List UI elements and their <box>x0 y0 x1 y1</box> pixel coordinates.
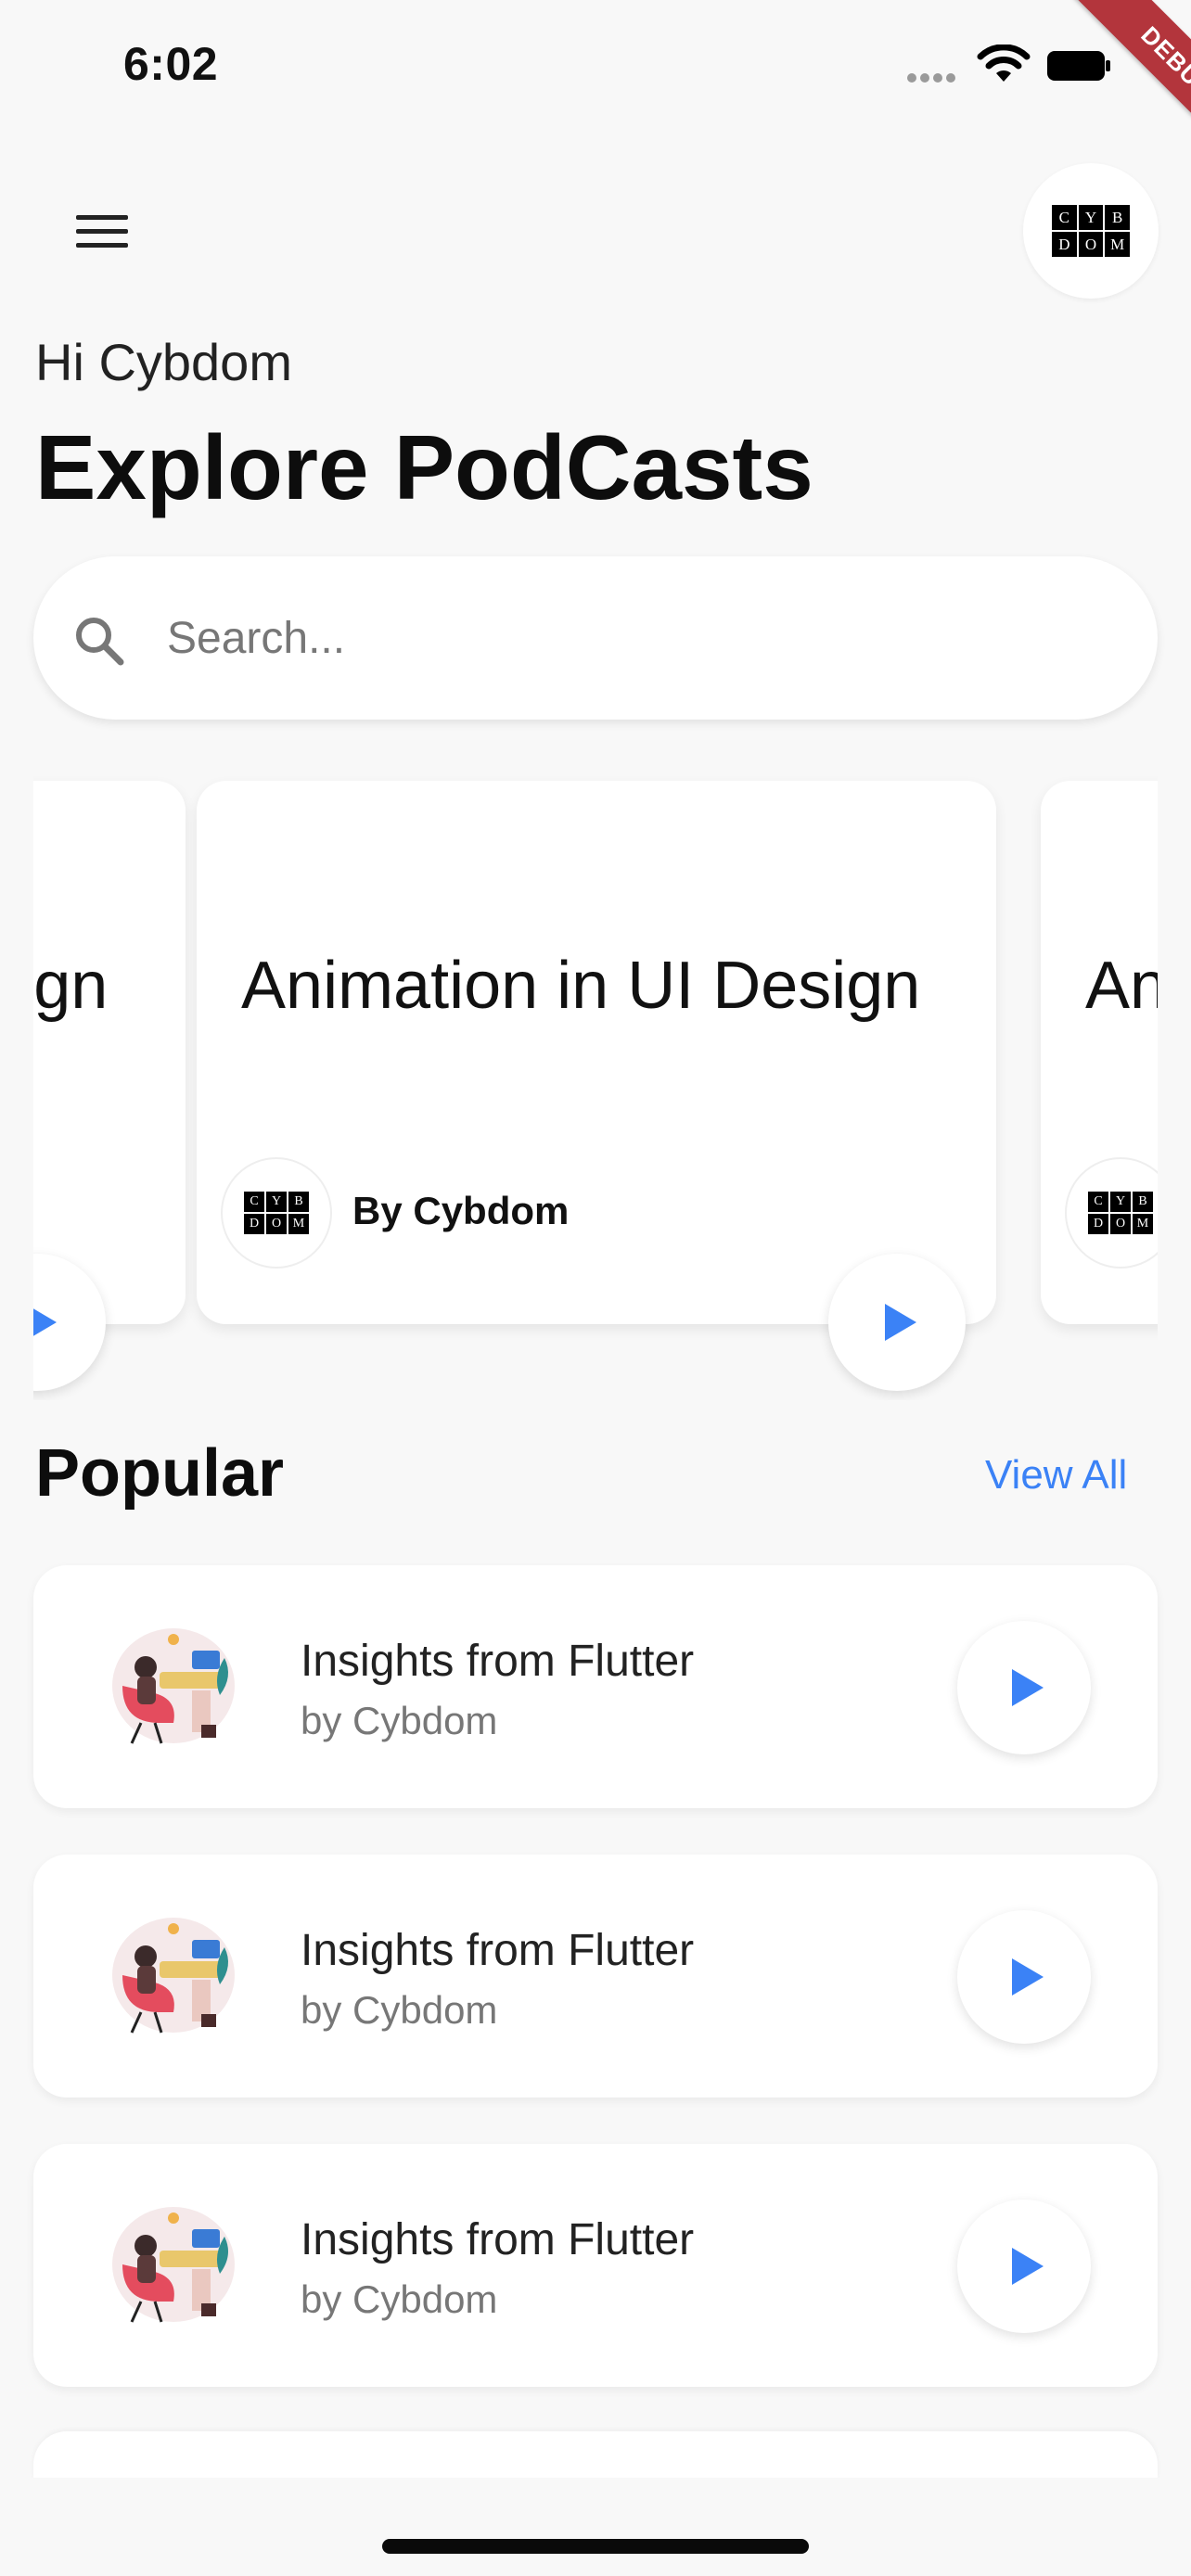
podcast-card[interactable]: Animation in UI Design C Y B D O M <box>1041 781 1158 1324</box>
cybdom-logo: C Y B D O M <box>1087 1191 1154 1235</box>
author-avatar: C Y B D O M <box>221 1157 332 1269</box>
profile-avatar-button[interactable]: C Y B D O M <box>1023 163 1159 299</box>
author-avatar: C Y B D O M <box>1065 1157 1158 1269</box>
item-title: Insights from Flutter <box>301 1637 695 1686</box>
debug-banner: DEBUG <box>1055 0 1191 186</box>
item-title: Insights from Flutter <box>301 2215 695 2264</box>
item-play-button[interactable] <box>957 1621 1091 1754</box>
podcast-illustration <box>104 1910 243 2040</box>
item-play-button[interactable] <box>957 2200 1091 2333</box>
play-icon <box>1012 2248 1044 2285</box>
list-item[interactable]: Insights from Flutter by Cybdom <box>33 1565 1158 1808</box>
view-all-link[interactable]: View All <box>985 1452 1127 1498</box>
search-input[interactable] <box>165 597 1096 679</box>
item-play-button[interactable] <box>957 1910 1091 2044</box>
item-subtitle: by Cybdom <box>301 1699 498 1742</box>
battery-icon <box>1046 50 1111 82</box>
greeting-text: Hi Cybdom <box>35 333 292 391</box>
podcast-illustration <box>104 1621 243 1751</box>
play-icon <box>1012 1958 1044 1996</box>
play-icon <box>1012 1669 1044 1706</box>
status-time: 6:02 <box>123 38 219 90</box>
bottom-safe-area <box>0 2478 1191 2576</box>
card-title: Animation in UI Design <box>1085 949 1158 1023</box>
search-icon <box>72 614 126 668</box>
podcast-carousel[interactable]: Animation in UI Design Animation in UI D… <box>33 770 1158 1400</box>
cybdom-logo: C Y B D O M <box>1051 204 1131 258</box>
card-title: Animation in UI Design <box>241 949 921 1023</box>
home-indicator[interactable] <box>382 2539 809 2554</box>
menu-button[interactable] <box>56 195 148 269</box>
list-item[interactable]: Insights from Flutter by Cybdom <box>33 1855 1158 2098</box>
podcast-card[interactable]: Animation in UI Design <box>33 781 186 1324</box>
card-title: Animation in UI Design <box>33 949 109 1023</box>
cellular-signal-icon <box>907 70 961 83</box>
wifi-icon <box>976 44 1031 85</box>
play-icon <box>33 1304 57 1341</box>
item-subtitle: by Cybdom <box>301 1988 498 2032</box>
list-item[interactable]: Insights from Flutter by Cybdom <box>33 2144 1158 2387</box>
cybdom-logo: C Y B D O M <box>243 1191 310 1235</box>
podcast-card[interactable]: Animation in UI Design C Y B D O M By Cy… <box>197 781 996 1324</box>
page-title: Explore PodCasts <box>35 416 813 518</box>
item-subtitle: by Cybdom <box>301 2277 498 2321</box>
section-title-popular: Popular <box>35 1436 285 1511</box>
item-title: Insights from Flutter <box>301 1926 695 1975</box>
podcast-illustration <box>104 2200 243 2329</box>
card-author: By Cybdom <box>352 1189 570 1232</box>
list-item[interactable] <box>33 2431 1158 2480</box>
hamburger-menu-icon <box>76 215 128 248</box>
play-icon <box>885 1304 916 1341</box>
card-play-button[interactable] <box>828 1254 966 1391</box>
